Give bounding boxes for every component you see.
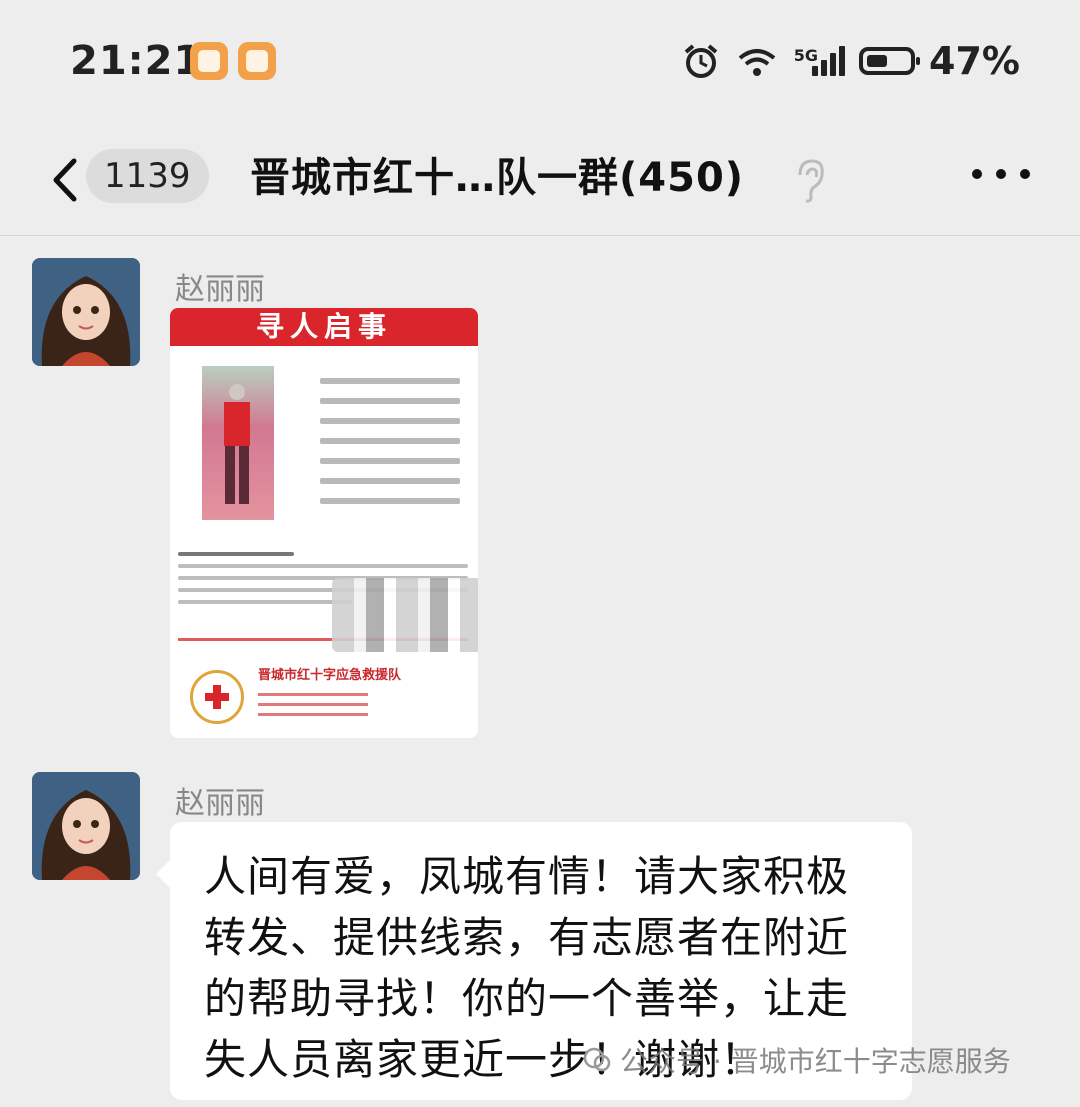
battery-percentage: 47%: [929, 39, 1020, 83]
red-cross-logo-icon: [190, 670, 244, 724]
message-line: 人间有爱，凤城有情！请大家积极: [204, 852, 850, 901]
earpiece-mode-icon: [798, 159, 824, 203]
app-notification-icon: [238, 42, 276, 80]
poster-org-name: 晋城市红十字应急救援队: [258, 668, 402, 683]
sender-name: 赵丽丽: [175, 786, 265, 821]
avatar[interactable]: [32, 772, 140, 880]
app-notification-icon: [190, 42, 228, 80]
poster-details: [320, 364, 460, 518]
status-indicators: 5G 47%: [682, 36, 1020, 86]
wifi-icon: [738, 49, 776, 76]
chat-header: 1139 晋城市红十…队一群(450): [0, 125, 1080, 236]
missing-person-poster-image[interactable]: 寻人启事 晋城市红十字应急救援队: [170, 308, 478, 738]
blurred-region: [332, 578, 478, 652]
battery-icon: [859, 47, 921, 75]
unread-count-badge[interactable]: 1139: [86, 149, 209, 203]
person-figure: [224, 384, 250, 504]
message-line: 的帮助寻找！你的一个善举，让走: [204, 974, 850, 1023]
wechat-official-account-icon: [583, 1047, 611, 1072]
more-options-icon[interactable]: [950, 169, 1030, 189]
status-bar: 21:21 5G 47%: [0, 0, 1080, 125]
poster-header: 寻人启事: [170, 308, 478, 346]
chat-title: 晋城市红十…队一群(450): [250, 155, 745, 201]
message-line: 转发、提供线索，有志愿者在附近: [204, 913, 850, 962]
alarm-icon: [684, 44, 718, 78]
poster-footer: 晋城市红十字应急救援队: [170, 656, 478, 738]
avatar[interactable]: [32, 258, 140, 366]
back-chevron-icon[interactable]: [46, 153, 86, 207]
watermark-text: 公众号 · 晋城市红十字志愿服务: [620, 1045, 1011, 1078]
status-time: 21:21: [70, 38, 203, 84]
watermark: 公众号 · 晋城市红十字志愿服务: [582, 1040, 1011, 1080]
sender-name: 赵丽丽: [175, 272, 265, 307]
signal-strength-icon: [812, 46, 846, 76]
